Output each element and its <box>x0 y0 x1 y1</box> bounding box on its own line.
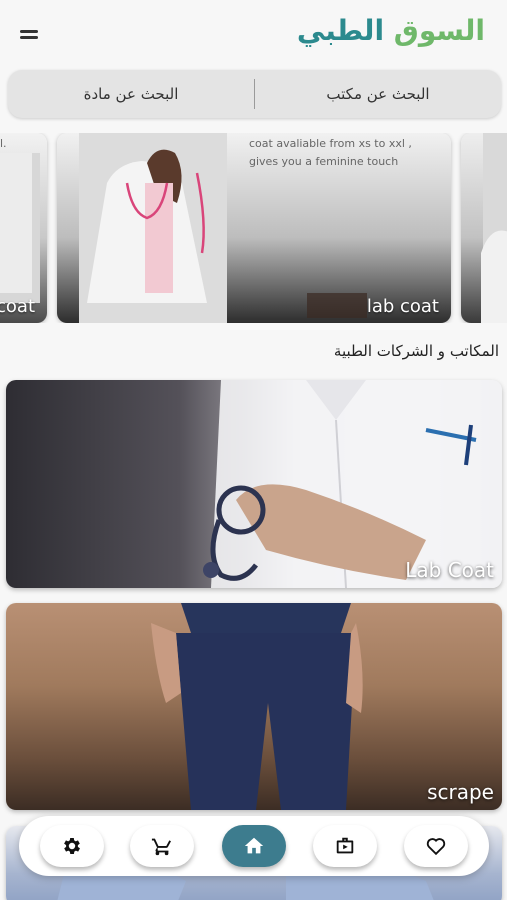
cart-nav-button[interactable] <box>130 825 194 867</box>
lab-coat-image <box>203 380 502 588</box>
category-label: scrape <box>427 780 494 804</box>
home-icon <box>244 837 264 854</box>
carousel-card-current[interactable]: coat avaliable from xs to xxl , gives yo… <box>57 133 451 323</box>
gear-icon <box>64 838 80 854</box>
category-card-scrape[interactable]: scrape <box>6 603 502 810</box>
bottom-navigation <box>19 816 489 876</box>
logo-word-1: السوق <box>393 14 485 47</box>
carousel-desc-line-1: coat avaliable from xs to xxl , <box>249 137 412 150</box>
carousel-desc-line-2: gives you a feminine touch <box>249 155 399 168</box>
carousel-card-next[interactable] <box>461 133 507 323</box>
search-office-button[interactable]: البحث عن مكتب <box>255 70 501 118</box>
menu-icon[interactable] <box>16 22 46 46</box>
section-title: المكاتب و الشركات الطبية <box>333 342 499 360</box>
app-screen: السوق الطبي البحث عن مادة البحث عن مكتب … <box>0 0 507 900</box>
search-segmented-control: البحث عن مادة البحث عن مكتب <box>8 70 501 118</box>
carousel-card-description: coat avaliable from xs to xxl , gives yo… <box>249 135 439 171</box>
category-card-lab-coat[interactable]: Lab Coat <box>6 380 502 588</box>
app-header: السوق الطبي <box>0 0 507 66</box>
carousel-card-label: coat <box>0 296 35 317</box>
settings-nav-button[interactable] <box>40 825 104 867</box>
home-nav-button[interactable] <box>222 825 286 867</box>
scrubs-image <box>151 603 363 810</box>
doctor-image <box>481 133 507 323</box>
app-logo: السوق الطبي <box>297 14 485 47</box>
category-label: Lab Coat <box>405 558 494 582</box>
logo-word-2: الطبي <box>296 14 385 47</box>
carousel-card-previous[interactable]: l. coat <box>0 133 47 323</box>
favorites-nav-button[interactable] <box>404 825 468 867</box>
offices-nav-button[interactable] <box>313 825 377 867</box>
briefcase-play-icon <box>336 837 354 854</box>
heart-icon <box>426 838 446 856</box>
cart-icon <box>151 838 171 856</box>
featured-carousel[interactable]: l. coat coat avaliable from xs to xxl , … <box>0 133 507 323</box>
search-material-button[interactable]: البحث عن مادة <box>8 70 254 118</box>
doctor-image <box>0 153 40 303</box>
carousel-card-label: lab coat <box>366 296 439 317</box>
carousel-card-edge-text: l. <box>0 137 7 150</box>
